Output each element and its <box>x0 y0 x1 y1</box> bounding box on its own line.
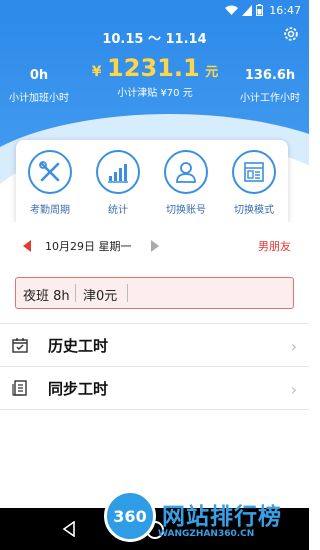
shift-separator <box>75 284 76 302</box>
sync-hours-label: 同步工时 <box>48 380 109 398</box>
attendance-cycle-label: 考勤周期 <box>30 205 70 216</box>
calendar-check-icon <box>12 338 28 353</box>
switch-account-label: 切换账号 <box>166 205 206 216</box>
shift-record[interactable]: 夜班 8h 津0元 <box>15 277 294 309</box>
history-hours-row[interactable]: 历史工时 › <box>0 324 309 366</box>
watermark-badge-text: 360 <box>113 506 147 526</box>
shift-type: 夜班 8h <box>23 289 70 304</box>
watermark-url: WANGZHAN360.CN <box>158 529 255 539</box>
day-tag[interactable]: 男朋友 <box>258 238 291 254</box>
quick-menu-card: 考勤周期 统计 切换账号 切换模式 <box>16 140 288 222</box>
allowance-stat: ¥ 1231.1 元 小计津贴 ¥70 元 <box>80 54 230 99</box>
status-icons <box>225 4 263 16</box>
date-range[interactable]: 10.15 ～ 11.14 <box>0 28 309 47</box>
amount-unit: 元 <box>205 65 219 80</box>
user-icon <box>164 150 208 194</box>
document-list-icon <box>12 380 27 396</box>
sync-hours-row[interactable]: 同步工时 › <box>0 367 309 409</box>
switch-mode-label: 切换模式 <box>234 205 274 216</box>
battery-icon <box>256 4 263 16</box>
wifi-icon <box>225 5 238 15</box>
switch-account-button[interactable]: 切换账号 <box>152 150 220 216</box>
statistics-label: 统计 <box>108 205 128 216</box>
overtime-value: 0h <box>29 68 49 83</box>
attendance-cycle-button[interactable]: 考勤周期 <box>16 150 84 216</box>
amount-value: 1231.1 <box>107 54 200 82</box>
status-time: 16:47 <box>269 4 301 17</box>
chevron-right-icon: › <box>290 380 297 399</box>
summary-header: 10.15 ～ 11.14 0h 小计加班小时 ¥ 1231.1 元 小计津贴 … <box>0 22 309 222</box>
switch-mode-button[interactable]: 切换模式 <box>220 150 288 216</box>
overtime-stat: 0h 小计加班小时 <box>6 68 72 104</box>
shift-allowance: 津0元 <box>83 289 118 304</box>
watermark-title: 网站排行榜 <box>162 504 282 530</box>
layout-icon <box>232 150 276 194</box>
total-amount: ¥ 1231.1 元 <box>80 54 230 82</box>
work-hours-stat: 136.6h 小计工作小时 <box>237 68 303 104</box>
work-hours-value: 136.6h <box>244 68 296 83</box>
overtime-label: 小计加班小时 <box>9 93 69 104</box>
allowance-label: 小计津贴 ¥70 元 <box>117 88 193 99</box>
currency-symbol: ¥ <box>91 64 102 80</box>
previous-day-arrow-icon[interactable] <box>23 240 31 252</box>
day-navigation: 10月29日 星期一 男朋友 <box>0 236 309 256</box>
divider <box>0 409 309 410</box>
watermark-logo: 360 <box>104 490 156 542</box>
statistics-button[interactable]: 统计 <box>84 150 152 216</box>
tools-icon <box>28 150 72 194</box>
next-day-arrow-icon[interactable] <box>151 240 159 252</box>
shift-separator <box>127 284 128 302</box>
back-icon[interactable] <box>62 521 76 537</box>
chevron-right-icon: › <box>290 337 297 356</box>
signal-icon <box>242 4 252 16</box>
bar-chart-icon <box>96 150 140 194</box>
status-bar: 16:47 <box>0 0 309 22</box>
history-hours-label: 历史工时 <box>48 337 109 355</box>
gear-icon[interactable] <box>282 25 300 43</box>
work-hours-label: 小计工作小时 <box>240 93 300 104</box>
current-date: 10月29日 星期一 <box>45 240 132 253</box>
